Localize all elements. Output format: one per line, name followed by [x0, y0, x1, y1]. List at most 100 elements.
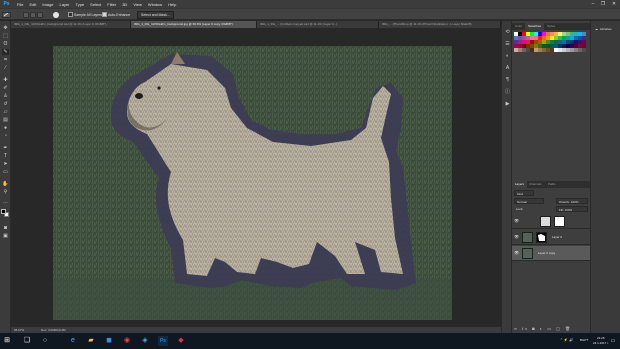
paragraph-icon[interactable]: ¶	[504, 77, 511, 83]
cortana-icon[interactable]: ○	[40, 336, 50, 346]
menu-image[interactable]: Image	[39, 2, 56, 7]
history-brush-tool-icon[interactable]: ↺	[2, 101, 9, 107]
panel-icon-strip: ⟲ ☰ ◐ A ¶ ⓘ ▶	[501, 21, 512, 333]
app-icon-2[interactable]: ◆	[176, 336, 186, 346]
quick-selection-tool-icon[interactable]: ✎	[2, 49, 9, 55]
layer-filter-kind[interactable]: Kind	[514, 190, 534, 196]
auto-enhance-checkbox[interactable]	[102, 12, 107, 17]
edge-icon[interactable]: e	[68, 336, 78, 346]
menu-file[interactable]: File	[14, 2, 26, 7]
eraser-tool-icon[interactable]: ▱	[2, 109, 9, 115]
blur-tool-icon[interactable]: ●	[2, 125, 9, 131]
menu-select[interactable]: Select	[87, 2, 104, 7]
brush-size-picker[interactable]	[52, 11, 60, 19]
foreground-color-swatch[interactable]	[1, 209, 6, 214]
input-language[interactable]: BGPT	[580, 338, 588, 342]
move-tool-icon[interactable]: ✥	[2, 25, 9, 31]
path-selection-tool-icon[interactable]: ➤	[2, 161, 9, 167]
libraries-label[interactable]: Libraries	[600, 27, 612, 31]
rectangle-tool-icon[interactable]: ▭	[2, 169, 9, 175]
type-tool-icon[interactable]: T	[2, 153, 9, 159]
menu-help[interactable]: Help	[165, 2, 179, 7]
menu-layer[interactable]: Layer	[56, 2, 72, 7]
menu-view[interactable]: View	[130, 2, 145, 7]
clock-time[interactable]: 21:26	[597, 336, 605, 340]
subtract-from-selection-button[interactable]	[37, 12, 43, 18]
hand-tool-icon[interactable]: ✋	[2, 181, 9, 187]
clock-date[interactable]: 24.1.2017 г.	[593, 341, 609, 345]
tray-icons[interactable]: ⌃ ⚡ 🔊	[560, 338, 574, 342]
libraries-icon[interactable]: ☁	[595, 27, 598, 31]
history-icon[interactable]: ⟲	[504, 29, 511, 35]
tab-paths[interactable]: Paths	[545, 181, 559, 188]
menu-3d[interactable]: 3D	[119, 2, 130, 7]
select-and-mask-button[interactable]: Select and Mask...	[137, 11, 174, 19]
chrome-icon[interactable]: ◉	[122, 336, 132, 346]
dodge-tool-icon[interactable]: ◔	[2, 133, 9, 139]
visibility-eye-icon[interactable]: 👁	[514, 219, 519, 223]
tab-swatches[interactable]: Swatches	[525, 23, 545, 30]
add-to-selection-button[interactable]	[30, 12, 36, 18]
brush-tool-icon[interactable]: ✐	[2, 85, 9, 91]
eyedropper-tool-icon[interactable]: ⁄	[2, 65, 9, 71]
app-icon[interactable]: ◈	[140, 336, 150, 346]
tab-layers[interactable]: Layers	[512, 181, 528, 188]
canvas-area[interactable]	[11, 28, 501, 326]
quick-mask-icon[interactable]: ◙	[2, 225, 9, 231]
more-tools-icon[interactable]: …	[2, 199, 9, 205]
new-selection-button[interactable]	[23, 12, 29, 18]
layer-row[interactable]: 👁 Layer 0	[512, 230, 590, 245]
document-tab[interactable]: IMG_... (PhotoShop @ 11.1% (Photo/Inhabi…	[379, 21, 501, 28]
visibility-eye-icon[interactable]: 👁	[514, 235, 519, 239]
blend-mode-select[interactable]: Normal	[514, 198, 544, 204]
tools-panel: ✥ ⬚ ʘ ✎ ⌗ ⁄ ✚ ✐ ♙ ↺ ▱ ▤ ● ◔ ✒ T ➤ ▭ ✋ ⚲ …	[0, 21, 11, 333]
character-icon[interactable]: A	[504, 65, 511, 71]
menu-filter[interactable]: Filter	[104, 2, 119, 7]
visibility-eye-icon[interactable]: 👁	[514, 251, 519, 255]
crop-tool-icon[interactable]: ⌗	[2, 57, 9, 63]
fill-field[interactable]: Fill: 100%	[556, 206, 588, 212]
right-panels: Color Swatches Styles Layers Channels Pa…	[512, 21, 590, 333]
menu-type[interactable]: Type	[73, 2, 88, 7]
photoshop-taskbar-icon[interactable]: Ps	[158, 336, 168, 346]
document-tab-active[interactable]: IMG_1_DG_mhhhfekhn_background.jpg @ 66.6…	[131, 21, 257, 28]
info-icon[interactable]: ⓘ	[504, 89, 511, 95]
tab-channels[interactable]: Channels	[526, 181, 545, 188]
document-tab[interactable]: IMG_1_DG_mhhhfekhn_background.psd @ 11.1…	[11, 21, 131, 28]
menu-window[interactable]: Window	[145, 2, 165, 7]
photoshop-logo: Ps	[3, 0, 10, 7]
tab-color[interactable]: Color	[512, 23, 525, 30]
layer-row-selected[interactable]: 👁 Layer 0 copy	[512, 246, 590, 261]
zoom-tool-icon[interactable]: ⚲	[2, 189, 9, 195]
marquee-tool-icon[interactable]: ⬚	[2, 33, 9, 39]
task-view-icon[interactable]: ❑	[22, 336, 32, 346]
screen-mode-icon[interactable]: ▣	[2, 233, 9, 239]
swatch[interactable]	[582, 48, 586, 52]
lasso-tool-icon[interactable]: ʘ	[2, 41, 9, 47]
tool-preset-picker[interactable]	[2, 12, 11, 18]
notifications-icon[interactable]: ▭	[608, 336, 618, 346]
adjustments-icon[interactable]: ◐	[504, 53, 511, 59]
tab-styles[interactable]: Styles	[544, 23, 558, 30]
store-icon[interactable]: ◼	[104, 336, 114, 346]
properties-icon[interactable]: ☰	[504, 41, 511, 47]
close-window-button[interactable]: ✕	[609, 0, 619, 8]
layer-thumbnail	[540, 216, 551, 227]
document-canvas[interactable]	[11, 28, 501, 326]
sample-all-layers-checkbox[interactable]	[68, 12, 73, 17]
layer-row[interactable]: 👁	[512, 214, 590, 229]
restore-button[interactable]: ❐	[598, 0, 608, 8]
explorer-icon[interactable]: ▰	[86, 336, 96, 346]
minimize-button[interactable]: –	[588, 0, 598, 8]
healing-brush-tool-icon[interactable]: ✚	[2, 77, 9, 83]
opacity-field[interactable]: Opacity: 100%	[556, 198, 588, 204]
layers-footer-icons[interactable]: ∞ fx ◙ ◐ ▭ ▢ 🗑	[514, 326, 588, 332]
sample-all-layers-label: Sample All Layers	[74, 13, 103, 17]
document-tab[interactable]: IMG_1_DG_... (Untitled-cropped.psd @ 11.…	[257, 21, 379, 28]
start-icon[interactable]: ⊞	[2, 336, 12, 346]
actions-icon[interactable]: ▶	[504, 101, 511, 107]
clone-stamp-tool-icon[interactable]: ♙	[2, 93, 9, 99]
pen-tool-icon[interactable]: ✒	[2, 145, 9, 151]
gradient-tool-icon[interactable]: ▤	[2, 117, 9, 123]
menu-edit[interactable]: Edit	[26, 2, 39, 7]
